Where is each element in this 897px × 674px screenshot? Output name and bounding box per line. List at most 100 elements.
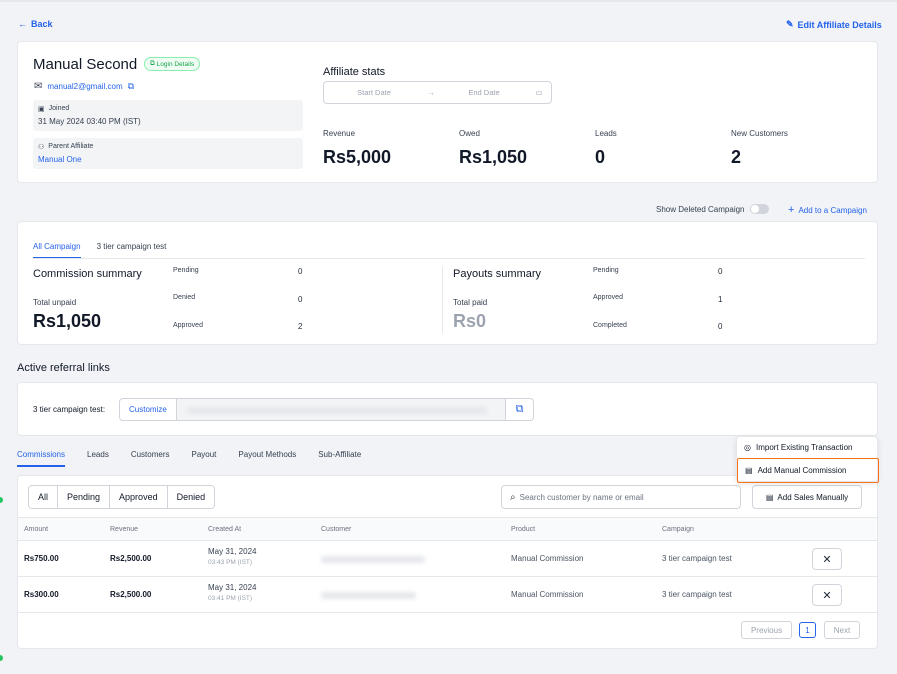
status-filter: All Pending Approved Denied xyxy=(28,485,216,509)
tab-commissions[interactable]: Commissions xyxy=(17,450,66,467)
stat-leads-label: Leads xyxy=(595,129,617,138)
import-transaction-item[interactable]: ◎ Import Existing Transaction xyxy=(744,443,852,452)
pencil-icon: ✎ xyxy=(786,19,794,29)
customize-button[interactable]: Customize xyxy=(120,399,177,420)
tab-payout-methods[interactable]: Payout Methods xyxy=(238,450,296,467)
stat-new-customers-value: 2 xyxy=(731,147,742,167)
end-date-input[interactable]: End Date xyxy=(438,88,530,97)
table-row: Rs300.00 Rs2,500.00 May 31, 2024 03:41 P… xyxy=(18,577,877,613)
stat-owed-label: Owed xyxy=(459,129,480,138)
row-campaign: 3 tier campaign test xyxy=(662,554,732,563)
tab-leads[interactable]: Leads xyxy=(87,450,109,467)
referral-campaign-label: 3 tier campaign test: xyxy=(33,405,106,414)
users-icon: ⚇ xyxy=(38,144,45,151)
tabs-divider xyxy=(33,258,865,259)
row-customer-blurred xyxy=(321,556,425,563)
status-dot xyxy=(0,655,3,661)
close-icon[interactable]: ✕ xyxy=(812,584,842,606)
header-created-at: Created At xyxy=(208,526,242,533)
calendar-icon: ▭ xyxy=(535,88,543,97)
total-unpaid-value: Rs1,050 xyxy=(33,311,102,331)
filter-approved[interactable]: Approved xyxy=(110,486,168,508)
top-border xyxy=(0,0,897,2)
profile-card: Manual Second ⧉ Login Details ✉ manual2@… xyxy=(17,41,878,183)
page-1-button[interactable]: 1 xyxy=(799,622,816,638)
date-range-picker[interactable]: Start Date → End Date ▭ xyxy=(323,81,552,104)
referral-url-field[interactable] xyxy=(176,399,505,420)
row-product: Manual Commission xyxy=(511,590,584,599)
import-icon: ◎ xyxy=(744,443,751,452)
total-paid-label: Total paid xyxy=(453,298,488,307)
stat-owed-value: Rs1,050 xyxy=(459,147,528,167)
header-customer: Customer xyxy=(321,526,352,533)
tab-3-tier-campaign[interactable]: 3 tier campaign test xyxy=(97,242,167,259)
row-product: Manual Commission xyxy=(511,554,584,563)
commission-denied-value: 0 xyxy=(298,295,303,304)
row-amount: Rs300.00 xyxy=(24,590,59,599)
joined-box: ▣ Joined 31 May 2024 03:40 PM (IST) xyxy=(33,100,303,131)
commission-denied-label: Denied xyxy=(173,294,196,301)
payouts-pending-label: Pending xyxy=(593,267,619,274)
filter-denied[interactable]: Denied xyxy=(168,486,215,508)
next-page-button[interactable]: Next xyxy=(824,621,860,639)
back-link[interactable]: ← Back xyxy=(18,19,53,29)
add-sales-manually-button[interactable]: ▤ Add Sales Manually xyxy=(752,485,862,509)
payouts-completed-label: Completed xyxy=(593,322,627,329)
arrow-right-icon: → xyxy=(427,88,435,97)
login-details-badge[interactable]: ⧉ Login Details xyxy=(144,57,201,71)
tab-customers[interactable]: Customers xyxy=(131,450,170,467)
copy-icon[interactable]: ⧉ xyxy=(128,81,134,92)
commission-summary-title: Commission summary xyxy=(33,268,142,280)
external-link-icon: ⧉ xyxy=(150,60,155,67)
row-revenue: Rs2,500.00 xyxy=(110,554,152,563)
total-unpaid-label: Total unpaid xyxy=(33,298,77,307)
copy-link-icon[interactable]: ⧉ xyxy=(505,399,533,420)
header-campaign: Campaign xyxy=(662,526,694,533)
referral-section-title: Active referral links xyxy=(17,362,110,374)
row-time: 03:41 PM (IST) xyxy=(208,595,253,602)
tab-payout[interactable]: Payout xyxy=(192,450,217,467)
email-link[interactable]: manual2@gmail.com xyxy=(47,82,122,91)
stats-title: Affiliate stats xyxy=(323,66,386,78)
row-date: May 31, 2024 xyxy=(208,547,257,556)
summary-divider xyxy=(442,267,443,333)
row-revenue: Rs2,500.00 xyxy=(110,590,152,599)
row-date: May 31, 2024 xyxy=(208,583,257,592)
payouts-completed-value: 0 xyxy=(718,322,723,331)
status-dot xyxy=(0,497,3,503)
header-amount: Amount xyxy=(24,526,49,533)
add-manual-commission-item[interactable]: ▤ Add Manual Commission xyxy=(737,458,879,483)
filter-pending[interactable]: Pending xyxy=(58,486,111,508)
start-date-input[interactable]: Start Date xyxy=(324,88,424,97)
search-input[interactable]: ⌕ Search customer by name or email xyxy=(501,485,741,509)
campaign-tabs: All Campaign 3 tier campaign test xyxy=(33,242,166,259)
joined-label: Joined xyxy=(48,105,70,112)
add-to-campaign-button[interactable]: + Add to a Campaign xyxy=(788,204,867,216)
parent-affiliate-link[interactable]: Manual One xyxy=(38,155,82,164)
tab-sub-affiliate[interactable]: Sub-Affiliate xyxy=(318,450,361,467)
payouts-approved-label: Approved xyxy=(593,294,623,301)
previous-page-button[interactable]: Previous xyxy=(741,621,792,639)
commission-pending-label: Pending xyxy=(173,267,199,274)
filter-all[interactable]: All xyxy=(29,486,59,508)
receipt-icon: ▤ xyxy=(765,492,774,502)
plus-icon: + xyxy=(788,204,795,216)
edit-affiliate-link[interactable]: ✎ Edit Affiliate Details xyxy=(786,19,882,30)
row-amount: Rs750.00 xyxy=(24,554,59,563)
stat-new-customers-label: New Customers xyxy=(731,129,788,138)
show-deleted-toggle[interactable] xyxy=(749,204,769,214)
tab-all-campaign[interactable]: All Campaign xyxy=(33,242,81,259)
commission-pending-value: 0 xyxy=(298,267,303,276)
show-deleted-campaign: Show Deleted Campaign xyxy=(656,204,769,214)
close-icon[interactable]: ✕ xyxy=(812,548,842,570)
header-product: Product xyxy=(511,526,536,533)
commission-approved-label: Approved xyxy=(173,322,203,329)
joined-value: 31 May 2024 03:40 PM (IST) xyxy=(38,117,141,126)
mail-icon: ✉ xyxy=(34,81,43,92)
stat-revenue-value: Rs5,000 xyxy=(323,147,392,167)
row-campaign: 3 tier campaign test xyxy=(662,590,732,599)
stat-revenue-label: Revenue xyxy=(323,129,356,138)
table-header: Amount Revenue Created At Customer Produ… xyxy=(18,517,877,541)
calendar-icon: ▣ xyxy=(38,106,45,113)
payouts-summary-title: Payouts summary xyxy=(453,268,542,280)
